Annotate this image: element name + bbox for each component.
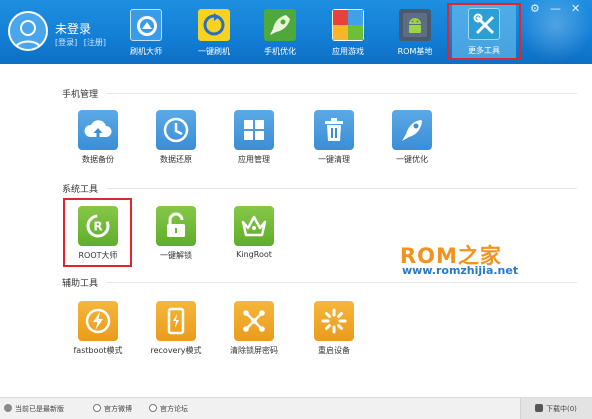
tile-one-click-optimize[interactable]: 一键优化	[372, 110, 452, 172]
trash-icon	[314, 110, 354, 150]
tile-label: 重启设备	[318, 346, 350, 355]
highlight-box-more-tools	[447, 3, 521, 60]
highlight-box-root-master	[63, 198, 132, 267]
tile-fastboot-mode[interactable]: fastboot模式	[58, 301, 138, 363]
nav-label: ROM基地	[397, 47, 433, 56]
tile-clear-lock-password[interactable]: 清除锁屏密码	[214, 301, 294, 363]
rocket-icon	[264, 9, 296, 41]
nav-one-click-flash[interactable]: 一键刷机	[182, 4, 246, 60]
login-status: 未登录	[55, 22, 92, 36]
tile-data-restore[interactable]: 数据还原	[136, 110, 216, 172]
divider	[107, 188, 577, 189]
tile-one-click-unlock[interactable]: 一键解锁	[136, 206, 216, 268]
login-link[interactable]: [登录]	[55, 38, 77, 47]
brush-machine-icon	[130, 9, 162, 41]
download-cloud-icon	[535, 404, 543, 412]
nav-rom-base[interactable]: ROM基地	[383, 4, 447, 60]
section-title-aux-tools: 辅助工具	[62, 279, 99, 289]
settings-icon[interactable]: ⚙	[530, 3, 540, 15]
nav-label: 应用游戏	[332, 47, 364, 56]
divider	[107, 93, 577, 94]
tile-recovery-mode[interactable]: recovery模式	[136, 301, 216, 363]
tile-label: KingRoot	[236, 250, 272, 259]
download-status: 下载中(0)	[535, 404, 577, 414]
nav-label: 刷机大师	[130, 47, 162, 56]
tile-label: 应用管理	[238, 155, 270, 164]
register-link[interactable]: [注册]	[84, 38, 106, 47]
cloud-upload-icon	[78, 110, 118, 150]
restart-spinner-icon	[314, 301, 354, 341]
watermark-url: www.romzhijia.net	[402, 264, 519, 277]
pattern-lock-icon	[234, 301, 274, 341]
app-grid-icon	[234, 110, 274, 150]
user-avatar-icon	[14, 20, 42, 49]
lightning-icon	[78, 301, 118, 341]
official-weibo-link[interactable]: 官方微博	[93, 404, 132, 414]
one-click-flash-icon	[198, 9, 230, 41]
tile-app-management[interactable]: 应用管理	[214, 110, 294, 172]
unlock-icon	[156, 206, 196, 246]
nav-apps-games[interactable]: 应用游戏	[316, 4, 380, 60]
rocket-icon	[392, 110, 432, 150]
info-icon	[4, 404, 12, 412]
header-bar: 未登录 [登录] [注册] 刷机大师 一键刷机 手机优化 应用游戏 ROM基地 …	[0, 0, 592, 64]
clock-icon	[156, 110, 196, 150]
avatar[interactable]	[8, 11, 48, 51]
nav-brush-master[interactable]: 刷机大师	[114, 4, 178, 60]
nav-label: 一键刷机	[198, 47, 230, 56]
version-status: 当前已是最新版	[4, 404, 64, 414]
minimize-button[interactable]: —	[550, 3, 561, 15]
forum-icon	[149, 404, 157, 412]
weibo-icon	[93, 404, 101, 412]
phone-recovery-icon	[156, 301, 196, 341]
tile-label: 一键优化	[396, 155, 428, 164]
tile-one-click-clean[interactable]: 一键清理	[294, 110, 374, 172]
nav-label: 手机优化	[264, 47, 296, 56]
nav-phone-optimize[interactable]: 手机优化	[248, 4, 312, 60]
section-title-phone-mgmt: 手机管理	[62, 90, 99, 100]
close-button[interactable]: ✕	[571, 3, 580, 15]
official-forum-link[interactable]: 官方论坛	[149, 404, 188, 414]
tile-restart-device[interactable]: 重启设备	[294, 301, 374, 363]
download-manager-button[interactable]: 下载中(0)	[520, 398, 592, 419]
status-bar: 当前已是最新版 官方微博 官方论坛 下载中(0)	[0, 397, 592, 419]
apps-grid-icon	[332, 9, 364, 41]
section-title-system-tools: 系统工具	[62, 185, 99, 195]
tile-label: 清除锁屏密码	[230, 346, 278, 355]
tile-data-backup[interactable]: 数据备份	[58, 110, 138, 172]
tile-kingroot[interactable]: KingRoot	[214, 206, 294, 268]
divider	[107, 282, 577, 283]
android-robot-icon	[399, 9, 431, 41]
crown-icon	[234, 206, 274, 246]
login-links: [登录] [注册]	[55, 37, 110, 48]
